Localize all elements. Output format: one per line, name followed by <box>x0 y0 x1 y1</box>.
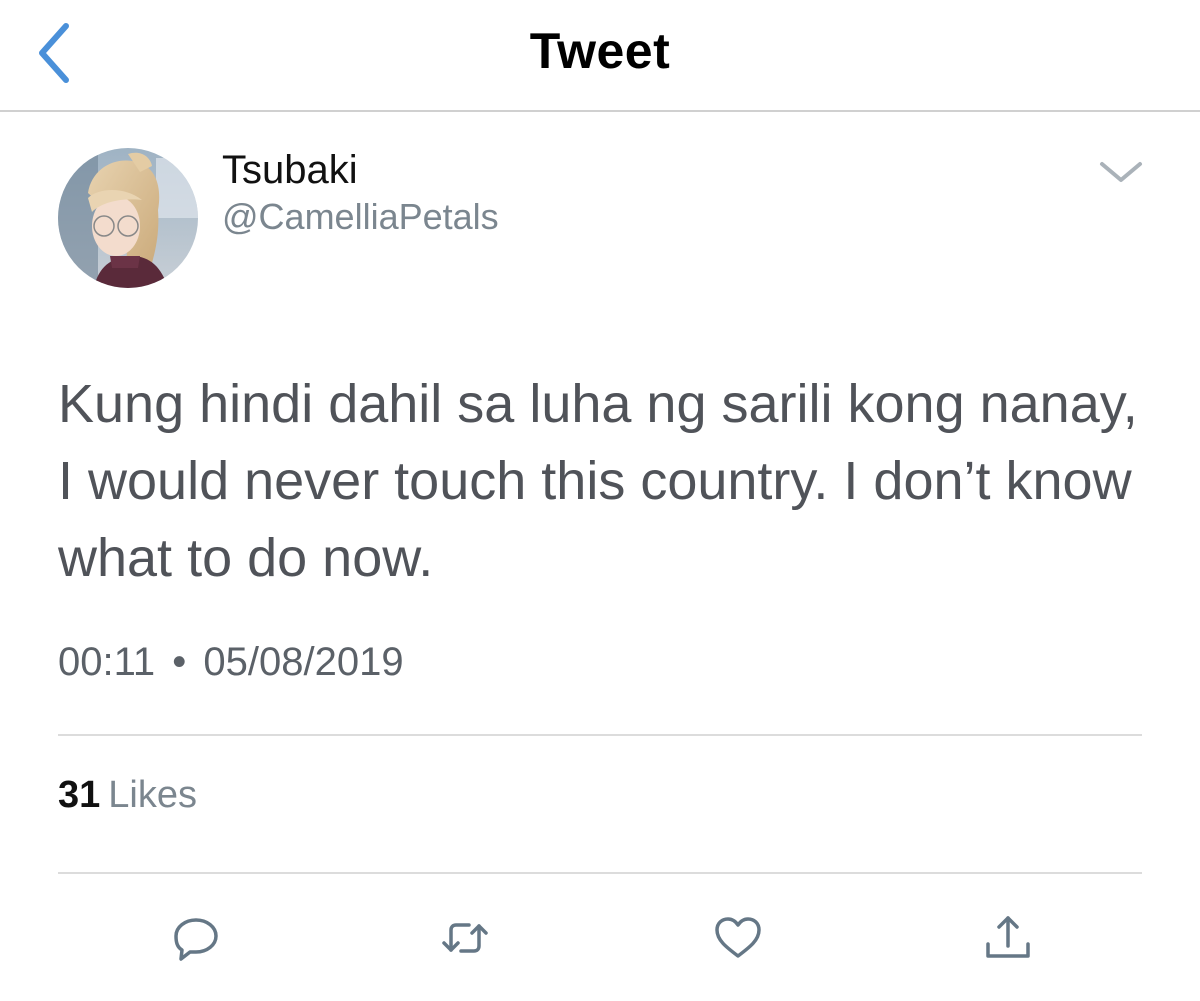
share-icon <box>986 916 1030 958</box>
profile-photo <box>58 148 198 288</box>
tweet-timestamp: 00:11 • 05/08/2019 <box>58 640 404 685</box>
likes-label: Likes <box>108 774 197 816</box>
divider <box>58 734 1142 736</box>
tweet-time: 00:11 <box>58 640 156 684</box>
likes-count: 31 <box>58 774 101 816</box>
navigation-bar: Tweet <box>0 0 1200 112</box>
divider <box>58 872 1142 874</box>
author-name[interactable]: Tsubaki <box>222 148 358 193</box>
retweet-button[interactable] <box>437 910 493 966</box>
reply-icon <box>174 918 218 961</box>
likes-stat[interactable]: 31 Likes <box>58 774 197 817</box>
timestamp-separator: • <box>172 640 187 684</box>
chevron-down-icon <box>1100 162 1142 182</box>
page-title: Tweet <box>529 23 671 79</box>
tweet-date: 05/08/2019 <box>203 640 404 684</box>
share-button[interactable] <box>980 910 1036 966</box>
avatar[interactable] <box>58 148 198 288</box>
tweet-detail-screen: Tweet Tsubaki @CamelliaPetals Kung hindi… <box>0 0 1200 1001</box>
tweet-text: Kung hindi dahil sa luha ng sarili kong … <box>58 374 1138 588</box>
retweet-icon <box>442 923 488 953</box>
more-options-button[interactable] <box>1096 152 1146 192</box>
heart-icon <box>715 917 761 958</box>
author-handle[interactable]: @CamelliaPetals <box>222 196 499 238</box>
reply-button[interactable] <box>168 910 224 966</box>
like-button[interactable] <box>710 910 766 966</box>
